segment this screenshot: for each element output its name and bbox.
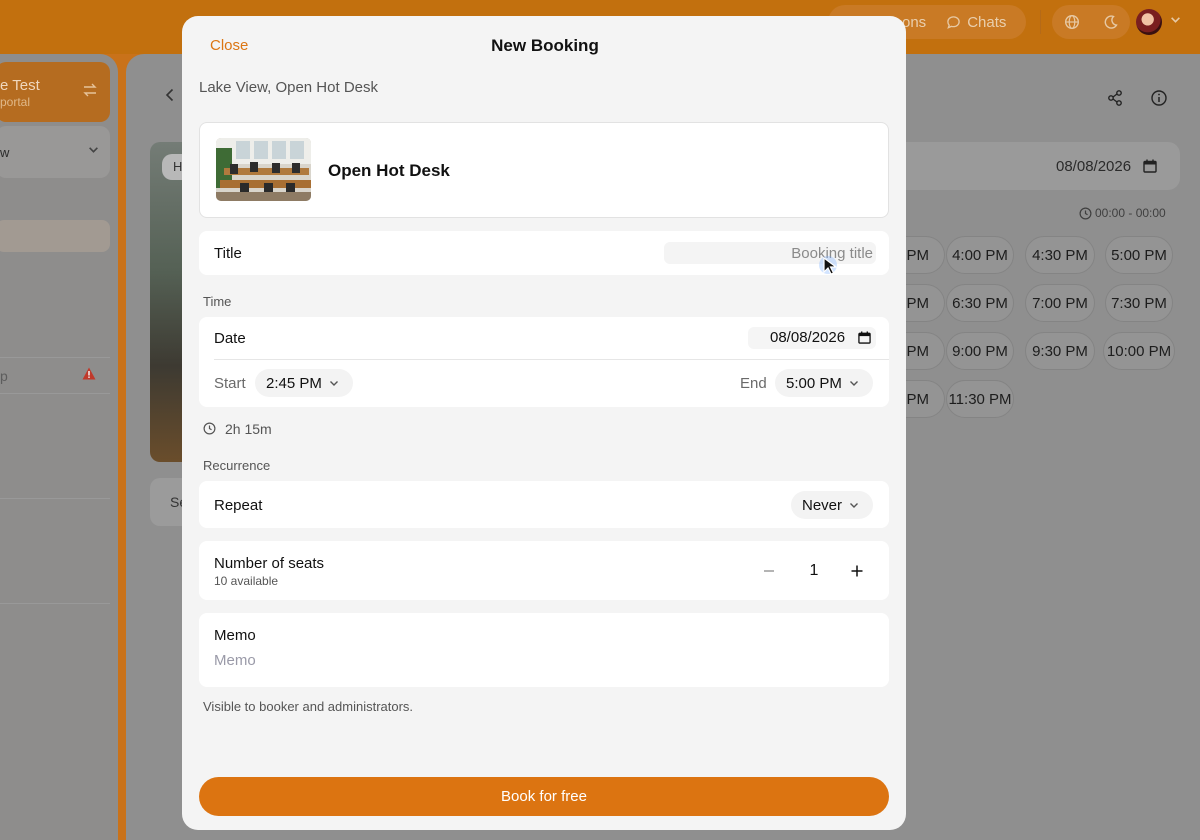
start-label: Start [214, 375, 246, 392]
time-slot-button[interactable]: 9:00 PM [946, 332, 1014, 370]
org-subtitle: portal [0, 95, 31, 109]
breadcrumb: Lake View, Open Hot Desk [199, 79, 378, 96]
back-arrow-icon[interactable] [164, 88, 176, 102]
time-slot-button[interactable]: 6:30 PM [946, 284, 1014, 322]
time-slot-button[interactable]: 5:00 PM [1105, 236, 1173, 274]
date-input[interactable]: 08/08/2026 [748, 327, 876, 349]
time-slot-button[interactable]: 11:30 PM [946, 380, 1014, 418]
sidebar-item-warning[interactable]: p [0, 368, 8, 384]
booking-title-input[interactable] [664, 242, 876, 264]
memo-label: Memo [214, 627, 256, 644]
time-slot-button[interactable]: 7:00 PM [1025, 284, 1095, 322]
sidebar-divider [0, 603, 110, 604]
increment-button[interactable] [845, 559, 869, 583]
chats-tab[interactable]: Chats [946, 14, 1006, 31]
start-time-value: 2:45 PM [266, 374, 322, 392]
clock-icon [203, 422, 216, 435]
chevron-down-icon[interactable] [1170, 14, 1181, 25]
location-select-value: w [0, 145, 10, 160]
seats-label: Number of seats [214, 555, 325, 572]
time-slot-button[interactable]: 4:30 PM [1025, 236, 1095, 274]
clock-icon [1079, 207, 1092, 220]
repeat-row [199, 481, 889, 528]
chevron-down-icon [329, 381, 338, 386]
chat-bubble-icon [947, 15, 960, 29]
org-title: e Test [0, 77, 40, 94]
recurrence-section-label: Recurrence [203, 458, 271, 473]
user-avatar[interactable] [1136, 9, 1162, 35]
calendar-icon[interactable] [1143, 159, 1157, 173]
duration-text: 2h 15m [225, 421, 272, 437]
info-icon[interactable] [1150, 89, 1168, 107]
time-slot-button[interactable]: 7:30 PM [1105, 284, 1173, 322]
chevron-down-icon [850, 503, 859, 508]
sidebar-divider [0, 357, 110, 358]
mouse-cursor-icon [819, 256, 838, 275]
row-divider [214, 359, 889, 360]
date-filter[interactable] [894, 142, 1180, 190]
top-divider [1040, 10, 1041, 34]
time-slot-button[interactable]: 4:00 PM [946, 236, 1014, 274]
chevron-down-icon [849, 381, 858, 386]
globe-icon[interactable] [1064, 14, 1080, 30]
repeat-select[interactable]: Never [791, 491, 873, 519]
book-button[interactable]: Book for free [199, 777, 889, 816]
share-icon[interactable] [1106, 89, 1124, 107]
start-time-select[interactable]: 2:45 PM [255, 369, 353, 397]
repeat-value: Never [802, 496, 843, 514]
sidebar-divider [0, 393, 110, 394]
end-time-value: 5:00 PM [786, 374, 842, 392]
opening-hours: 00:00 - 00:00 [1095, 206, 1166, 220]
title-label: Title [214, 245, 242, 262]
decrement-button[interactable] [757, 559, 781, 583]
swap-icon[interactable] [82, 82, 98, 98]
chats-tab-label: Chats [967, 13, 1007, 31]
time-slot-button[interactable]: 9:30 PM [1025, 332, 1095, 370]
minus-icon [764, 570, 774, 572]
chevron-down-icon [89, 147, 98, 153]
warning-icon [82, 367, 96, 380]
plus-icon [851, 565, 863, 577]
sidebar-divider [0, 498, 110, 499]
modal-title: New Booking [491, 36, 599, 55]
date-filter-value: 08/08/2026 [1056, 158, 1132, 175]
moon-icon[interactable] [1103, 14, 1119, 30]
seats-value: 1 [809, 562, 819, 579]
end-label: End [740, 375, 767, 392]
time-slot-button[interactable]: 10:00 PM [1103, 332, 1175, 370]
date-label: Date [214, 330, 246, 347]
repeat-label: Repeat [214, 497, 263, 514]
memo-input[interactable] [214, 650, 854, 670]
end-time-select[interactable]: 5:00 PM [775, 369, 873, 397]
resource-thumbnail [216, 138, 311, 201]
top-tools-pill [1052, 5, 1130, 39]
seats-available: 10 available [214, 574, 279, 588]
close-button[interactable]: Close [210, 37, 248, 54]
time-section-label: Time [203, 294, 232, 309]
resource-name: Open Hot Desk [328, 161, 450, 180]
sidebar-item-active[interactable] [0, 220, 110, 252]
memo-hint: Visible to booker and administrators. [203, 699, 414, 714]
calendar-icon[interactable] [858, 331, 871, 344]
